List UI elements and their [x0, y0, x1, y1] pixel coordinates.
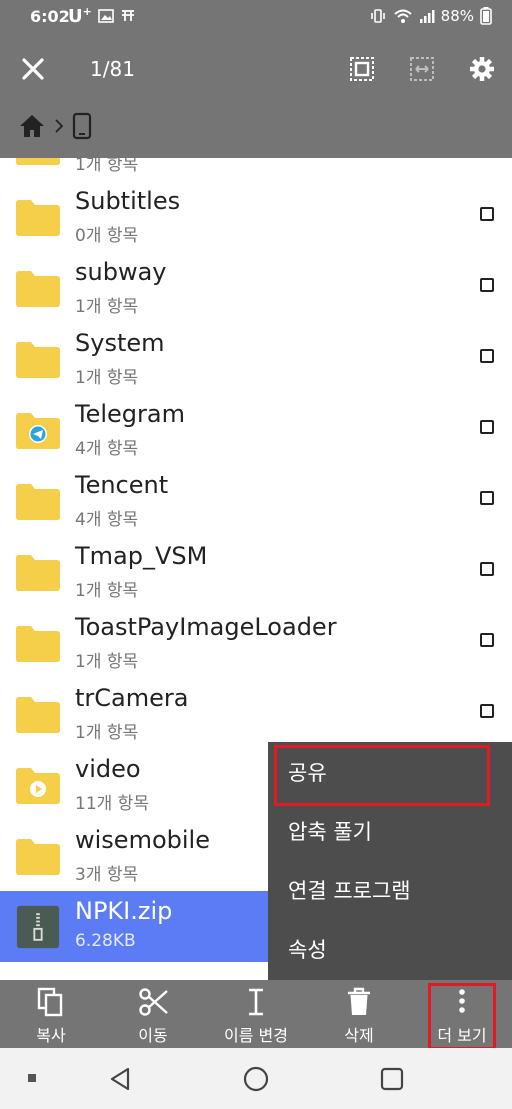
select-range-icon[interactable] — [408, 55, 436, 83]
file-name: System — [75, 329, 165, 357]
folder-icon — [14, 554, 62, 592]
copy-button[interactable]: 복사 — [16, 980, 86, 1048]
row-checkbox[interactable] — [480, 349, 494, 363]
select-all-icon[interactable] — [348, 55, 376, 83]
row-checkbox[interactable] — [480, 704, 494, 718]
file-row[interactable]: ToastPayImageLoader 1개 항목 — [0, 607, 512, 678]
file-row[interactable]: Tmap_VSM 1개 항목 — [0, 536, 512, 607]
file-row[interactable]: SmartHome1개 항목 — [0, 158, 512, 181]
copy-icon — [37, 987, 63, 1017]
file-row[interactable]: System 1개 항목 — [0, 323, 512, 394]
folder-icon — [14, 270, 62, 308]
file-name: NPKI.zip — [75, 897, 173, 925]
trash-icon — [348, 987, 370, 1015]
close-icon[interactable] — [18, 54, 48, 84]
move-label: 이동 — [138, 1026, 168, 1045]
file-name: Tmap_VSM — [75, 542, 208, 570]
toolbar: 1/81 — [0, 44, 512, 94]
telegram-folder-icon — [14, 412, 62, 450]
file-meta: 4개 항목 — [75, 439, 139, 459]
copy-label: 복사 — [36, 1026, 66, 1045]
folder-icon — [14, 158, 62, 166]
file-meta: 3개 항목 — [75, 865, 139, 885]
file-row[interactable]: subway 1개 항목 — [0, 252, 512, 323]
file-meta: 4개 항목 — [75, 510, 139, 530]
phone-storage-icon[interactable] — [72, 112, 92, 140]
file-meta: 1개 항목 — [75, 652, 139, 672]
file-meta: 1개 항목 — [75, 723, 139, 743]
row-checkbox[interactable] — [480, 420, 494, 434]
file-name: Subtitles — [75, 187, 181, 215]
rename-button[interactable]: 이름 변경 — [216, 980, 296, 1048]
zip-file-icon — [16, 905, 64, 949]
menu-item-properties[interactable]: 속성 — [268, 921, 512, 980]
wifi-icon — [393, 9, 412, 23]
more-highlight-box — [428, 983, 496, 1050]
folder-icon — [14, 838, 62, 876]
carrier-icon: U+ — [68, 5, 92, 27]
breadcrumb — [18, 112, 92, 140]
file-row[interactable]: Tencent 4개 항목 — [0, 465, 512, 536]
file-name: trCamera — [75, 684, 189, 712]
status-bar: 6:02 U+ 88% — [0, 0, 512, 34]
move-button[interactable]: 이동 — [118, 980, 188, 1048]
row-checkbox[interactable] — [480, 633, 494, 647]
delete-label: 삭제 — [344, 1026, 374, 1045]
menu-item-open-with[interactable]: 연결 프로그램 — [268, 862, 512, 921]
menu-item-extract[interactable]: 압축 풀기 — [268, 803, 512, 862]
image-notification-icon — [98, 9, 114, 23]
text-cursor-icon — [249, 988, 263, 1016]
battery-percent: 88% — [440, 7, 474, 25]
battery-icon — [480, 7, 492, 25]
folder-icon — [14, 483, 62, 521]
row-checkbox[interactable] — [480, 278, 494, 292]
recents-icon[interactable] — [380, 1067, 404, 1091]
folder-icon — [14, 625, 62, 663]
row-checkbox[interactable] — [480, 207, 494, 221]
share-highlight-box — [274, 745, 490, 806]
video-folder-icon — [14, 767, 62, 805]
file-meta: 11개 항목 — [75, 794, 149, 814]
back-icon[interactable] — [108, 1066, 134, 1092]
home-icon[interactable] — [18, 113, 46, 139]
file-row[interactable]: trCamera 1개 항목 — [0, 678, 512, 749]
file-name: subway — [75, 258, 167, 286]
folder-icon — [14, 696, 62, 734]
status-time: 6:02 — [30, 7, 70, 26]
home-nav-icon[interactable] — [243, 1066, 269, 1092]
system-nav-bar — [0, 1048, 512, 1109]
file-name: video — [75, 755, 141, 783]
file-meta: 1개 항목 — [75, 158, 139, 175]
chevron-right-icon — [55, 119, 64, 133]
nav-dot-icon — [28, 1074, 36, 1082]
row-checkbox[interactable] — [480, 562, 494, 576]
row-checkbox[interactable] — [480, 491, 494, 505]
vibrate-icon — [370, 9, 385, 23]
folder-icon — [14, 199, 62, 237]
file-row[interactable]: Subtitles 0개 항목 — [0, 181, 512, 252]
settings-gear-icon[interactable] — [468, 55, 496, 83]
file-name: Tencent — [75, 471, 169, 499]
file-name: ToastPayImageLoader — [75, 613, 337, 641]
signal-icon — [419, 10, 435, 23]
top-app-bar: 6:02 U+ 88% 1/81 — [0, 0, 512, 158]
delete-button[interactable]: 삭제 — [324, 980, 394, 1048]
rename-label: 이름 변경 — [224, 1026, 288, 1045]
file-meta: 1개 항목 — [75, 581, 139, 601]
file-name: wisemobile — [75, 826, 210, 854]
file-meta: 0개 항목 — [75, 226, 139, 246]
file-name: Telegram — [75, 400, 185, 428]
scissors-icon — [139, 988, 168, 1016]
file-meta: 1개 항목 — [75, 368, 139, 388]
file-meta: 6.28KB — [75, 931, 136, 951]
file-row[interactable]: Telegram 4개 항목 — [0, 394, 512, 465]
app-notification-icon — [121, 10, 134, 21]
selection-counter: 1/81 — [90, 57, 135, 81]
file-meta: 1개 항목 — [75, 297, 139, 317]
folder-icon — [14, 341, 62, 379]
